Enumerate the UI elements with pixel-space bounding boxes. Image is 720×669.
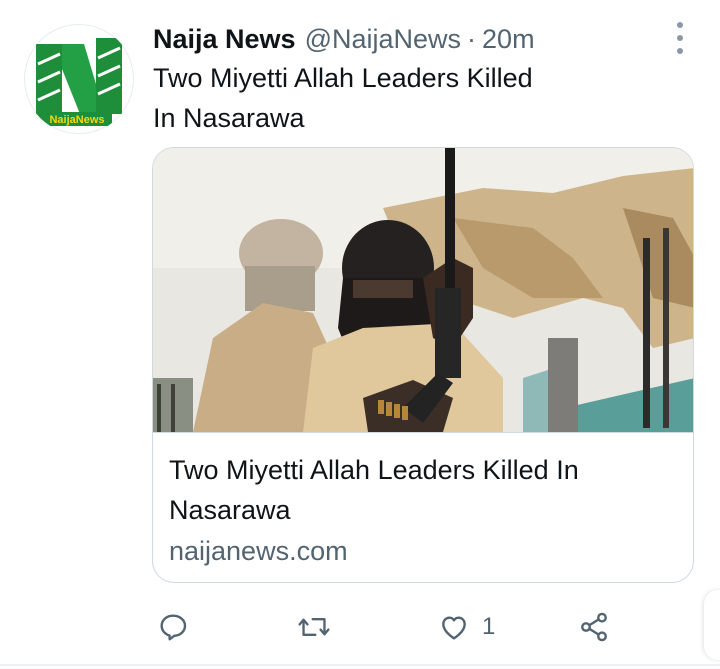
card-photo — [153, 148, 693, 432]
card-title-line: Two Miyetti Allah Leaders Killed In — [169, 455, 579, 485]
card-domain[interactable]: naijanews.com — [169, 531, 348, 571]
naija-news-logo: NaijaNews — [26, 26, 132, 132]
tweet-divider — [0, 664, 720, 666]
display-name[interactable]: Naija News — [153, 20, 296, 58]
avatar-logo-text: NaijaNews — [49, 114, 104, 126]
card-title-line: Nasarawa — [169, 495, 291, 525]
separator: · — [467, 24, 477, 54]
tweet-text-line: In Nasarawa — [153, 103, 305, 133]
timestamp[interactable]: 20m — [482, 20, 535, 58]
retweet-button[interactable] — [297, 604, 331, 650]
like-button[interactable]: 1 — [438, 604, 495, 650]
like-count: 1 — [482, 613, 496, 640]
action-bar: 1 — [0, 604, 720, 650]
user-handle[interactable]: @NaijaNews — [305, 20, 461, 58]
card-divider — [153, 432, 693, 433]
link-card[interactable]: Two Miyetti Allah Leaders Killed In Nasa… — [152, 147, 694, 583]
heart-icon — [442, 616, 466, 640]
tweet-text: Two Miyetti Allah Leaders Killed In Nasa… — [153, 58, 673, 138]
share-button[interactable] — [578, 604, 610, 650]
share-icon — [581, 612, 607, 642]
reply-button[interactable] — [157, 604, 189, 650]
tweet-header: Naija News @NaijaNews · 20m — [153, 20, 535, 58]
tweet[interactable]: NaijaNews Naija News @NaijaNews · 20m Tw… — [0, 0, 720, 669]
tweet-text-line: Two Miyetti Allah Leaders Killed — [153, 63, 533, 93]
card-image[interactable] — [153, 148, 693, 432]
avatar[interactable]: NaijaNews — [24, 24, 134, 134]
card-title[interactable]: Two Miyetti Allah Leaders Killed In Nasa… — [169, 450, 669, 530]
retweet-icon — [298, 617, 330, 637]
reply-icon — [160, 614, 187, 641]
scroll-handle[interactable] — [704, 590, 720, 660]
more-vertical-icon[interactable] — [668, 22, 692, 54]
